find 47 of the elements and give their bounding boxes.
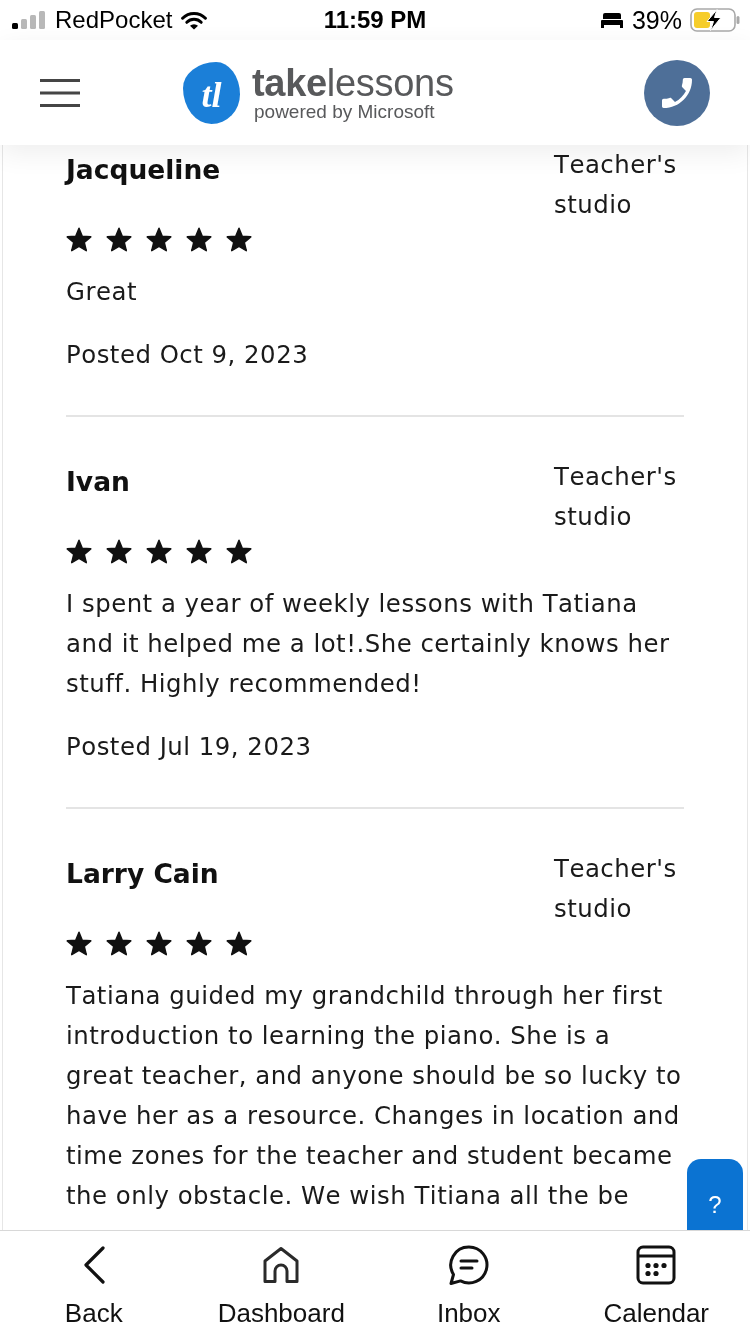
star-icon [66, 931, 92, 956]
nav-tab[interactable]: Back [0, 1231, 188, 1334]
star-icon [226, 931, 252, 956]
clock-time: 11:59 PM [323, 6, 427, 34]
logo-mark: tl [183, 61, 240, 124]
nav-tab[interactable]: Dashboard [187, 1231, 375, 1334]
review-date: Posted Jul 19, 2023 [66, 731, 313, 763]
review-text: Tatiana guided my grandchild through her first introduction to learning the piano. She is a great teacher, and anyone should be so lucky to have her as a resource. Changes in location and time zones for the teacher and student became the only obstacle. We wish Titiana all the be [66, 980, 683, 1212]
carrier-name: RedPocket [55, 6, 173, 34]
signal-icon [12, 11, 46, 29]
star-icon [106, 227, 132, 252]
calendar-icon [636, 1245, 677, 1285]
chevron-left-icon [81, 1246, 106, 1284]
star-icon [146, 931, 172, 956]
wifi-icon [181, 10, 208, 30]
bed-icon [599, 12, 624, 28]
phone-icon [662, 77, 692, 108]
review-source: Teacher's studio [554, 853, 678, 925]
star-icon [226, 227, 252, 252]
reviewer-name: Ivan [66, 465, 130, 499]
battery-icon [690, 8, 740, 32]
reviewer-name: Larry Cain [66, 857, 219, 891]
star-icon [106, 539, 132, 564]
star-icon [66, 539, 92, 564]
review-date: Posted Oct 9, 2023 [66, 339, 310, 371]
reviewer-name: Jacqueline [66, 153, 221, 187]
star-icon [186, 227, 212, 252]
nav-tab[interactable]: Inbox [375, 1231, 563, 1334]
chat-bubble-icon [447, 1244, 490, 1286]
logo-tagline: powered by Microsoft [254, 101, 436, 122]
nav-tab[interactable]: Calendar [562, 1231, 750, 1334]
battery-percent: 39% [631, 5, 682, 35]
star-icon [106, 931, 132, 956]
star-icon [146, 227, 172, 252]
star-icon [226, 539, 252, 564]
logo-name: takelessons [252, 63, 454, 102]
star-icon [146, 539, 172, 564]
review-text: Great [66, 276, 138, 308]
star-icon [186, 931, 212, 956]
home-icon [262, 1246, 301, 1284]
review-source: Teacher's studio [554, 461, 678, 533]
star-icon [186, 539, 212, 564]
menu-icon[interactable] [40, 78, 80, 107]
review-text: I spent a year of weekly lessons with Tatiana and it helped me a lot!.She certainly knows her stuff. Highly recommended! [66, 588, 671, 700]
star-icon [66, 227, 92, 252]
review-source: Teacher's studio [554, 149, 678, 221]
help-button[interactable]: ? [687, 1159, 743, 1230]
